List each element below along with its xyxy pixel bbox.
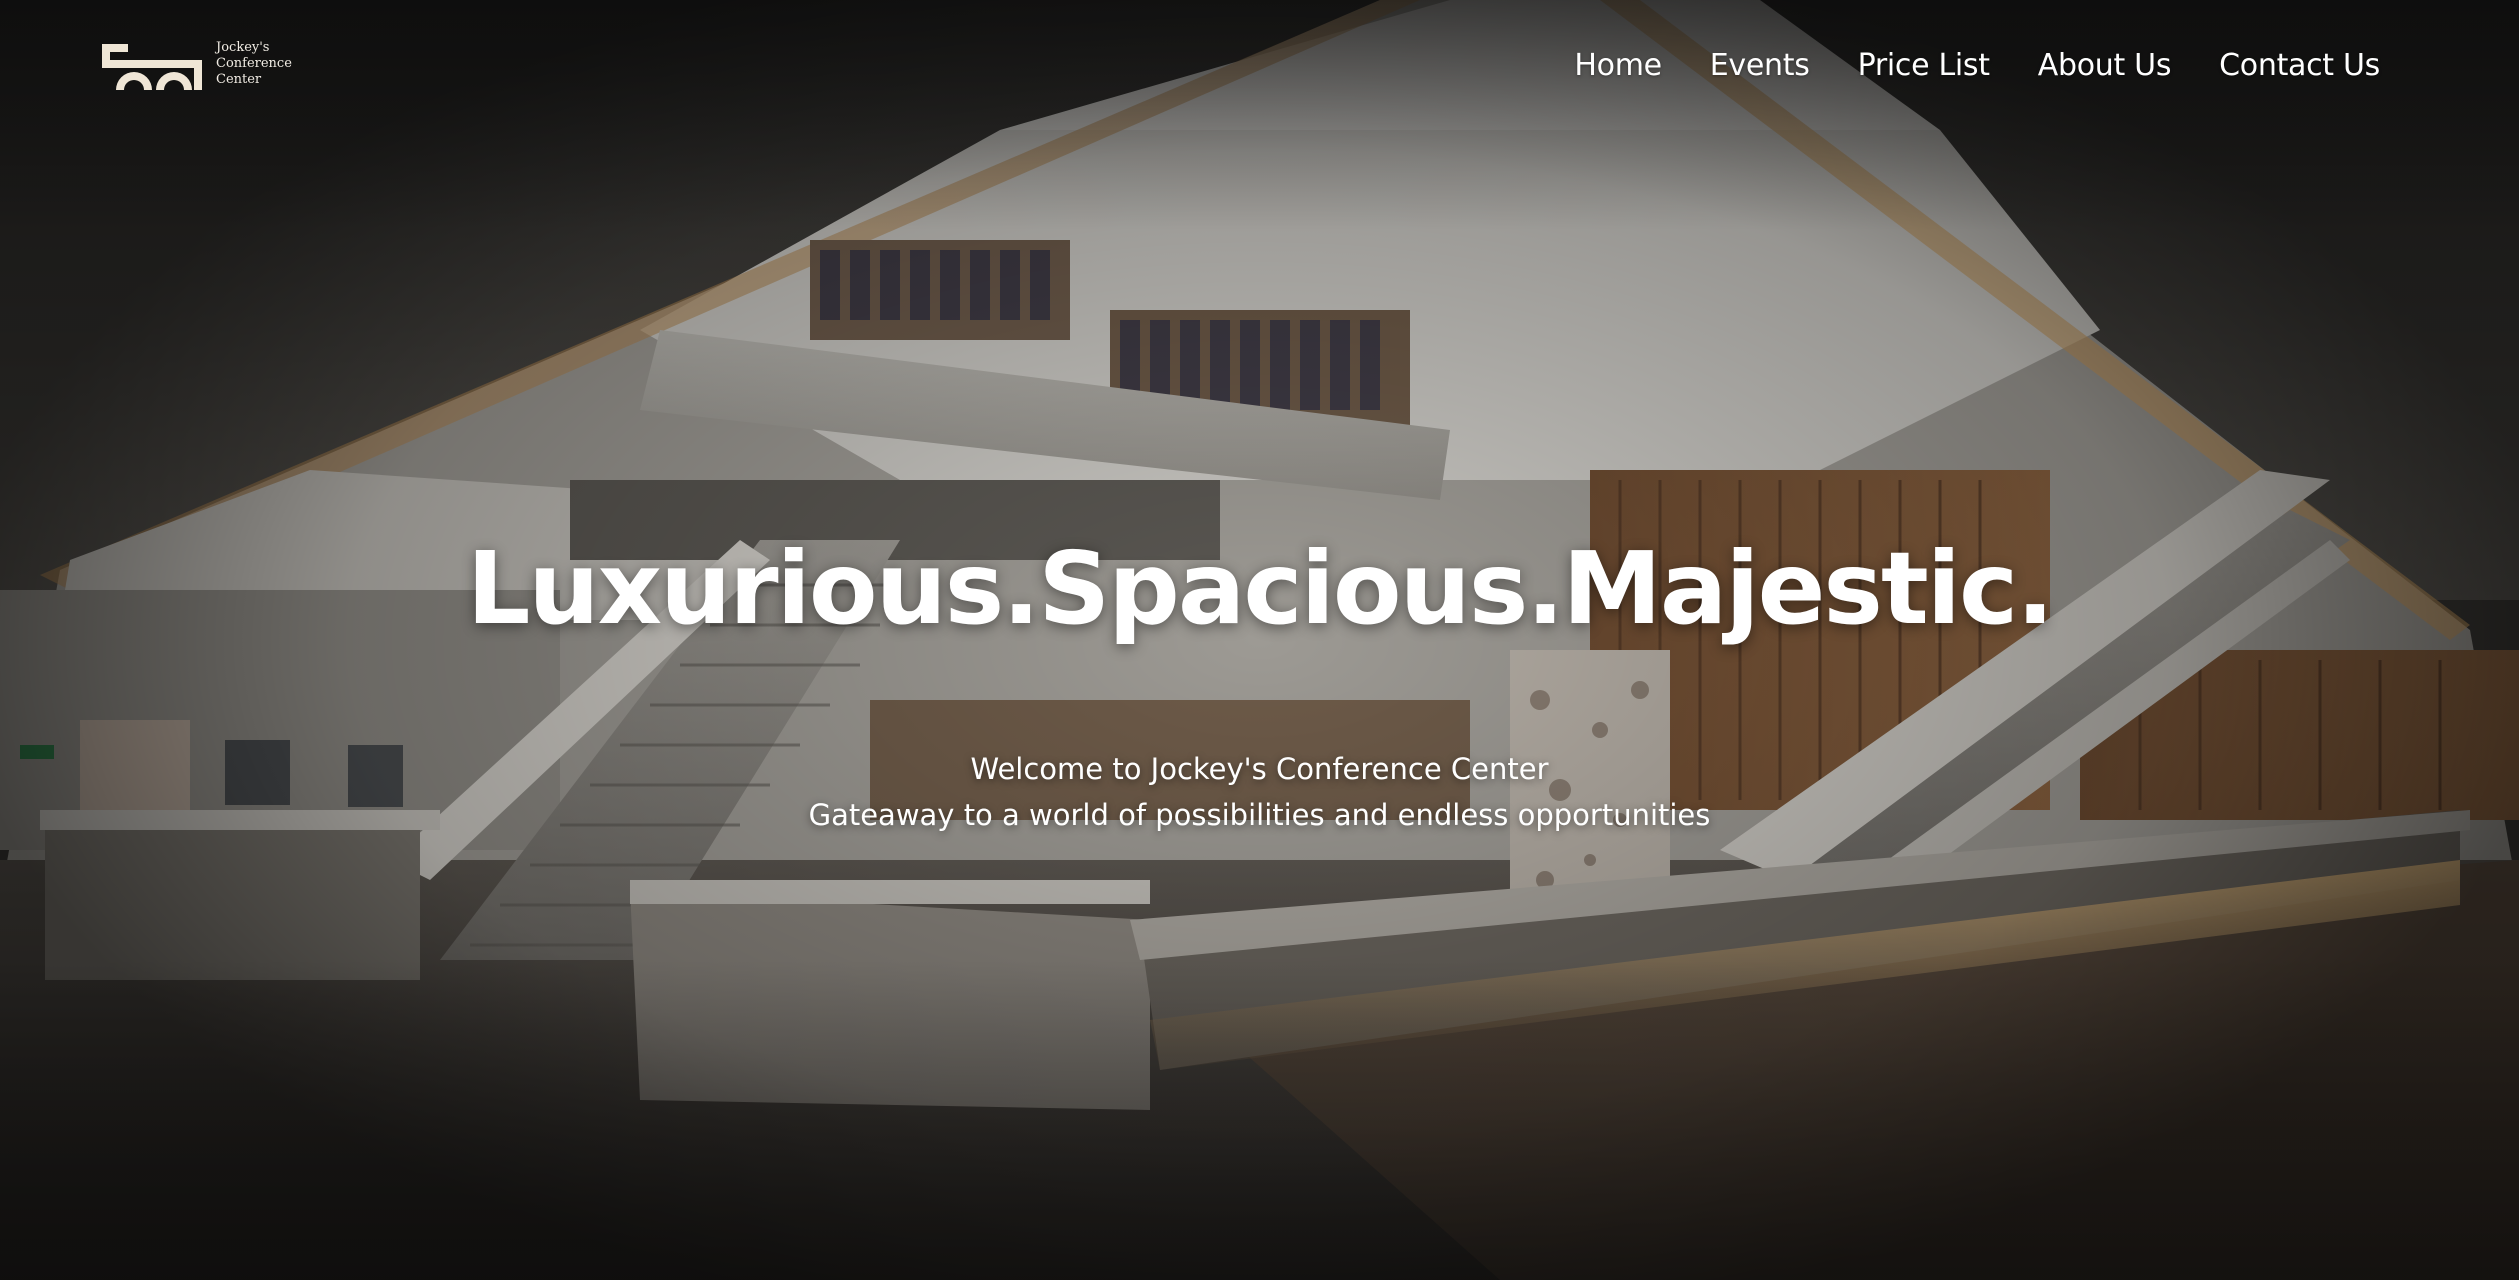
nav-contact-us[interactable]: Contact Us	[2219, 48, 2380, 83]
hero-section: Jockey's Conference Center Home Events P…	[0, 0, 2519, 1280]
nav-home[interactable]: Home	[1574, 48, 1662, 83]
nav-about-us[interactable]: About Us	[2038, 48, 2172, 83]
brand-name: Jockey's Conference Center	[216, 40, 292, 88]
hero-subtitle-line1: Welcome to Jockey's Conference Center	[970, 752, 1549, 786]
brand-name-line2: Conference	[216, 56, 292, 71]
site-header: Jockey's Conference Center Home Events P…	[0, 0, 2519, 135]
hero-title: Luxurious.Spacious.Majestic.	[466, 530, 2055, 647]
site-logo[interactable]: Jockey's Conference Center	[98, 38, 292, 90]
main-nav: Home Events Price List About Us Contact …	[1574, 48, 2380, 83]
hero-subtitle: Welcome to Jockey's Conference Center Ga…	[0, 746, 2519, 838]
brand-name-line1: Jockey's	[216, 40, 270, 55]
brand-name-line3: Center	[216, 72, 262, 87]
linked-rings-logo-icon	[102, 44, 202, 90]
nav-events[interactable]: Events	[1710, 48, 1810, 83]
nav-price-list[interactable]: Price List	[1858, 48, 1990, 83]
hero-subtitle-line2: Gateaway to a world of possibilities and…	[808, 798, 1711, 832]
